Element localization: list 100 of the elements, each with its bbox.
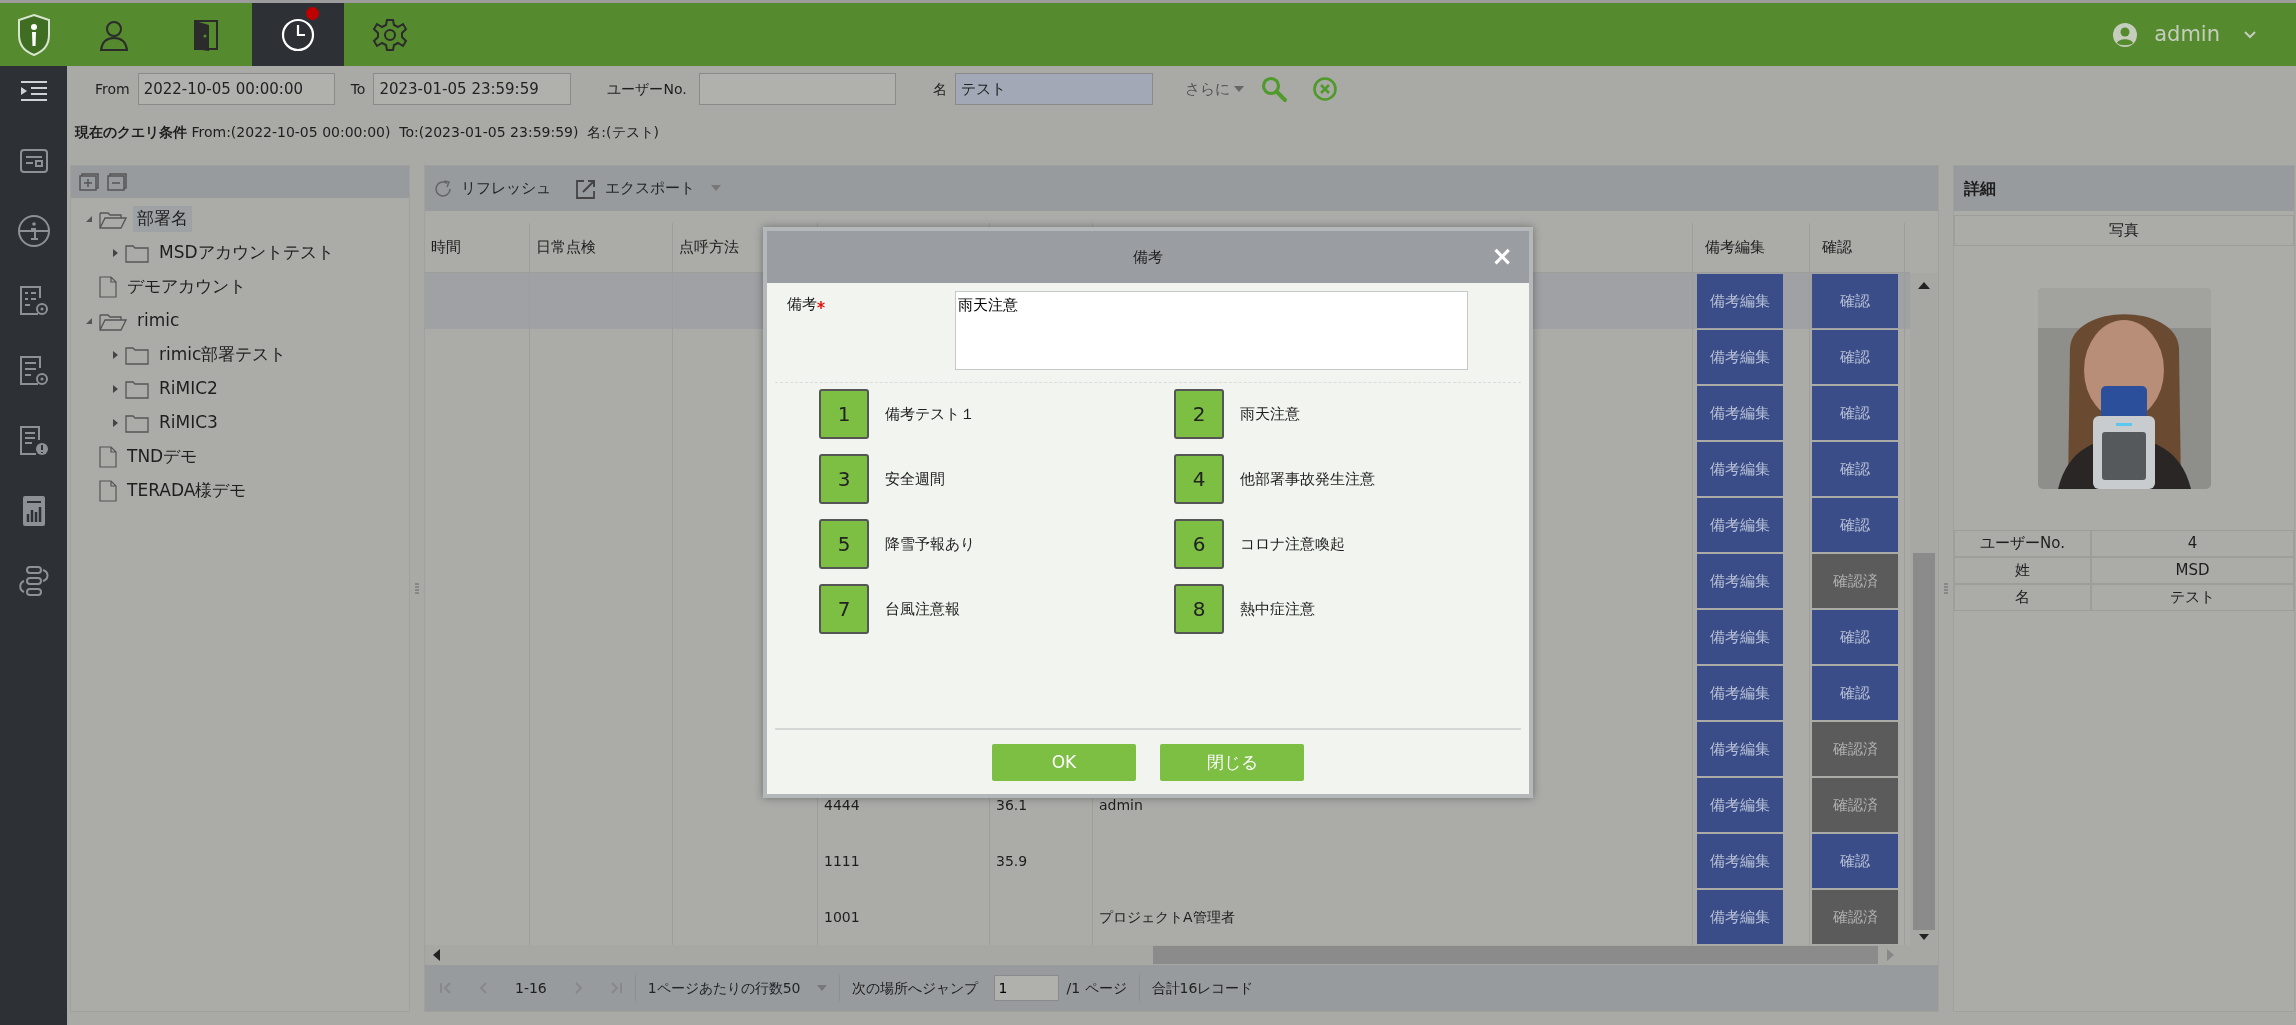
document-gear-icon[interactable]	[17, 354, 50, 388]
collapse-all-icon[interactable]	[107, 173, 127, 191]
nav-tab[interactable]	[252, 3, 344, 66]
phrase-text[interactable]: 熱中症注意	[1240, 597, 1315, 621]
phrase-number-button[interactable]: 6	[1174, 519, 1224, 569]
confirm-button[interactable]: 確認	[1812, 610, 1898, 664]
date-field[interactable]: 2022-10-05 00:00:00	[137, 73, 335, 105]
scrollbar-thumb[interactable]	[1913, 553, 1935, 930]
tree-item[interactable]: rimic部署テスト	[155, 342, 291, 368]
column-header[interactable]: 時間	[431, 236, 461, 259]
field-value: テスト	[2170, 587, 2215, 609]
field-label: 備考	[787, 291, 955, 370]
edit-note-button[interactable]: 備考編集	[1697, 834, 1783, 888]
scroll-down-icon[interactable]	[1919, 934, 1929, 941]
chevron-down-icon[interactable]	[2244, 30, 2256, 39]
rows-per-page-select[interactable]: 1ページあたりの行数50	[647, 977, 827, 999]
table-cell-text: 36.1	[996, 795, 1028, 815]
phrase-number-button[interactable]: 7	[819, 584, 869, 634]
edit-note-button[interactable]: 備考編集	[1697, 498, 1783, 552]
phrase-number-button[interactable]: 2	[1174, 389, 1224, 439]
phrase-text[interactable]: 雨天注意	[1240, 402, 1300, 426]
phrase-text[interactable]: 台風注意報	[885, 597, 960, 621]
user-number-label: ユーザーNo.	[607, 79, 687, 99]
expand-caret-icon[interactable]	[110, 248, 120, 258]
confirm-button[interactable]: 確認	[1812, 442, 1898, 496]
caret-icon	[1233, 85, 1244, 93]
refresh-button[interactable]: リフレッシュ	[433, 177, 551, 200]
user-number-field[interactable]	[698, 73, 896, 105]
date-field[interactable]: 2023-01-05 23:59:59	[373, 73, 572, 105]
phrase-text[interactable]: 他部署事故発生注意	[1240, 467, 1375, 491]
phrase-text[interactable]: コロナ注意喚起	[1240, 532, 1345, 556]
page-range: 1-16	[515, 978, 547, 998]
table-cell-text: プロジェクトA管理者	[1099, 907, 1235, 927]
expand-all-icon[interactable]	[79, 173, 99, 191]
splitter-handle-icon[interactable]	[1944, 582, 1948, 595]
file-icon	[99, 446, 117, 468]
edit-note-button[interactable]: 備考編集	[1697, 274, 1783, 328]
folder-icon	[125, 345, 149, 365]
expand-caret-icon[interactable]	[110, 418, 120, 428]
tree-item[interactable]: TERADA様デモ	[123, 478, 251, 504]
tree-item[interactable]: RiMIC2	[155, 376, 222, 402]
phrase-number-button[interactable]: 1	[819, 389, 869, 439]
tree-item[interactable]: RiMIC3	[155, 410, 222, 436]
export-button[interactable]: エクスポート	[575, 177, 721, 200]
column-header[interactable]: 備考編集	[1699, 236, 1765, 259]
expand-caret-icon[interactable]	[110, 350, 120, 360]
info-circle-icon[interactable]	[16, 214, 51, 248]
edit-note-button[interactable]: 備考編集	[1697, 330, 1783, 384]
edit-note-button[interactable]: 備考編集	[1697, 442, 1783, 496]
menu-indent-icon[interactable]	[18, 79, 49, 103]
tree-item[interactable]: rimic	[133, 308, 184, 334]
document-alert-icon[interactable]	[17, 424, 50, 458]
column-header[interactable]: 点呼方法	[679, 236, 739, 259]
tree-item[interactable]: デモアカウント	[123, 274, 250, 300]
edit-note-button[interactable]: 備考編集	[1697, 666, 1783, 720]
confirm-button[interactable]: 確認	[1812, 386, 1898, 440]
expand-caret-icon[interactable]	[110, 384, 120, 394]
edit-note-button[interactable]: 備考編集	[1697, 386, 1783, 440]
collapse-caret-icon[interactable]	[84, 316, 94, 326]
collapse-caret-icon[interactable]	[84, 214, 94, 224]
confirm-button[interactable]: 確認	[1812, 330, 1898, 384]
photo-label: 写真	[2109, 220, 2139, 242]
caret-icon	[711, 185, 721, 192]
tree-item[interactable]: 部署名	[133, 206, 192, 232]
phrase-text[interactable]: 降雪予報あり	[885, 532, 975, 556]
phrase-text[interactable]: 安全週間	[885, 467, 945, 491]
name-field[interactable]: テスト	[954, 73, 1153, 105]
edit-note-button[interactable]: 備考編集	[1697, 610, 1783, 664]
shield-logo-icon	[17, 12, 51, 57]
phrase-number-button[interactable]: 4	[1174, 454, 1224, 504]
chart-document-icon[interactable]	[20, 494, 47, 528]
edit-note-button[interactable]: 備考編集	[1697, 778, 1783, 832]
scroll-up-icon[interactable]	[1918, 281, 1930, 289]
page-total: /1 ページ	[1066, 978, 1127, 998]
clock-icon	[280, 16, 316, 53]
column-header[interactable]: 日常点検	[536, 236, 596, 259]
phrase-number-button[interactable]: 3	[819, 454, 869, 504]
scrollbar-thumb[interactable]	[1153, 946, 1878, 964]
jump-label: 次の場所へジャンプ	[851, 978, 978, 998]
tree-item[interactable]: MSDアカウントテスト	[155, 240, 338, 266]
confirm-button[interactable]: 確認	[1812, 666, 1898, 720]
card-icon[interactable]	[18, 148, 49, 174]
confirm-button[interactable]: 確認	[1812, 834, 1898, 888]
phrase-text[interactable]: 備考テスト１	[885, 402, 975, 426]
confirm-button[interactable]: 確認	[1812, 274, 1898, 328]
refresh-icon	[433, 178, 453, 199]
scroll-left-icon[interactable]	[433, 949, 441, 961]
column-header[interactable]: 確認	[1816, 236, 1852, 259]
phrase-number-button[interactable]: 8	[1174, 584, 1224, 634]
splitter-handle-icon[interactable]	[415, 582, 419, 595]
tree-item[interactable]: TNDデモ	[123, 444, 202, 470]
phrase-number-button[interactable]: 5	[819, 519, 869, 569]
query-condition-text: 現在のクエリ条件 From:(2022-10-05 00:00:00) To:(2023-01-05 23:59:59) 名:(テスト)	[75, 122, 659, 142]
confirm-button[interactable]: 確認	[1812, 498, 1898, 552]
edit-note-button[interactable]: 備考編集	[1697, 890, 1783, 944]
list-gear-icon[interactable]	[17, 284, 50, 318]
remarks-textarea[interactable]: 雨天注意	[955, 291, 1468, 370]
edit-note-button[interactable]: 備考編集	[1697, 722, 1783, 776]
page-number-field[interactable]: 1	[993, 975, 1059, 1001]
edit-note-button[interactable]: 備考編集	[1697, 554, 1783, 608]
